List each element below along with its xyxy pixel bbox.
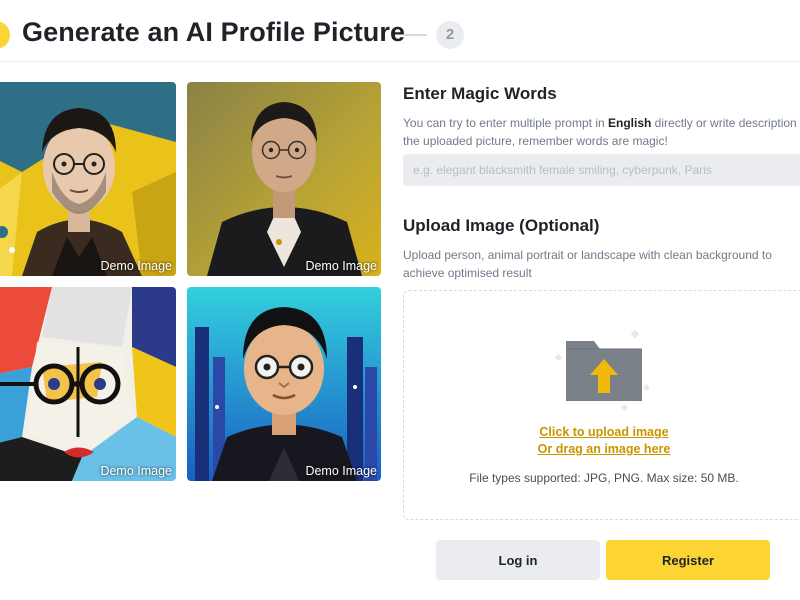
header: Generate an AI Profile Picture 2 (0, 0, 800, 62)
magic-words-input[interactable] (403, 154, 800, 186)
demo-image-2[interactable]: Demo Image (187, 82, 381, 276)
demo-portrait-2 (187, 82, 381, 276)
magic-desc-text: directly or write description of (651, 116, 800, 130)
demo-caption: Demo Image (100, 259, 172, 273)
step-two-indicator: 2 (436, 21, 464, 49)
demo-image-3[interactable]: Demo Image (0, 287, 176, 481)
demo-portrait-3 (0, 287, 176, 481)
demo-image-4[interactable]: Demo Image (187, 287, 381, 481)
register-button[interactable]: Register (606, 540, 770, 580)
demo-caption: Demo Image (305, 259, 377, 273)
upload-image-description: Upload person, animal portrait or landsc… (403, 248, 772, 280)
magic-desc-text: You can try to enter multiple prompt in (403, 116, 608, 130)
step-one-indicator (0, 21, 10, 49)
demo-image-1[interactable]: Demo Image (0, 82, 176, 276)
page-title: Generate an AI Profile Picture (22, 17, 406, 47)
click-to-upload-link[interactable]: Click to upload image (404, 425, 800, 439)
upload-image-title: Upload Image (Optional) (403, 216, 600, 235)
login-button[interactable]: Log in (436, 540, 600, 580)
demo-caption: Demo Image (100, 464, 172, 478)
drag-image-link[interactable]: Or drag an image here (404, 442, 800, 456)
demo-portrait-4 (187, 287, 381, 481)
demo-caption: Demo Image (305, 464, 377, 478)
magic-desc-english: English (608, 116, 652, 130)
upload-dropzone[interactable]: Click to upload image Or drag an image h… (403, 290, 800, 520)
magic-desc-text: the uploaded picture, remember words are… (403, 134, 668, 148)
folder-upload-icon (554, 329, 651, 412)
step-connector (403, 34, 427, 36)
magic-words-description: You can try to enter multiple prompt in … (403, 114, 800, 150)
page: Generate an AI Profile Picture 2 Demo Im… (0, 0, 800, 600)
magic-words-title: Enter Magic Words (403, 84, 557, 103)
demo-portrait-1 (0, 82, 176, 276)
file-types-hint: File types supported: JPG, PNG. Max size… (469, 471, 739, 485)
